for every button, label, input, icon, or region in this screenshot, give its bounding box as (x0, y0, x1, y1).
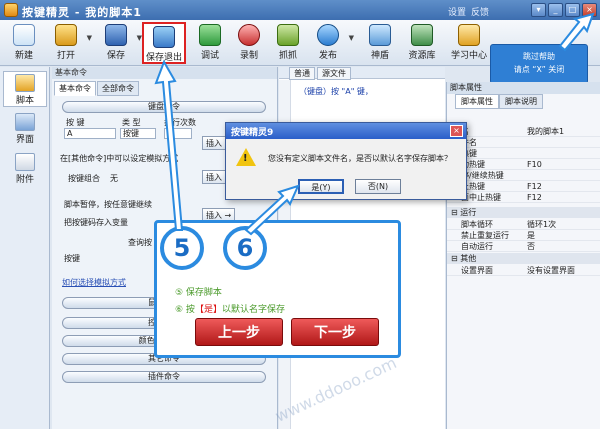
shield-icon (369, 24, 391, 46)
step-6-text: ⑥ 按【是】以默认名字保存 (175, 305, 285, 315)
property-row[interactable]: 禁止重复运行是 (447, 230, 600, 241)
step-5-text: ⑤ 保存脚本 (175, 288, 222, 298)
close-button[interactable]: × (582, 3, 597, 17)
settings-link[interactable]: 设置 (448, 5, 466, 18)
yes-button[interactable]: 是(Y) (298, 179, 344, 194)
chevron-down-icon[interactable]: ▼ (349, 34, 354, 42)
property-row[interactable]: 面中止热键 F12 (447, 192, 600, 203)
skin-button[interactable]: ▾ (531, 3, 546, 17)
dialog-title: 按键精灵9 (226, 123, 466, 139)
query-label: 查询按 (128, 238, 152, 247)
feedback-link[interactable]: 反馈 (471, 5, 489, 18)
property-row[interactable]: 自动运行否 (447, 241, 600, 252)
property-category-run[interactable]: ⊟ 运行 (447, 207, 600, 218)
store-key-text: 把按键码存入变量 (64, 218, 128, 227)
property-row[interactable]: 脚本循环 循环1次 (447, 219, 600, 230)
save-exit-icon (153, 26, 175, 48)
new-file-icon (13, 24, 35, 46)
tab-script-description[interactable]: 脚本说明 (499, 94, 543, 109)
app-logo-icon (4, 3, 18, 17)
maximize-button[interactable]: □ (565, 3, 580, 17)
debug-icon (199, 24, 221, 46)
properties-panel: 脚本属性 脚本属性脚本说明 名我的脚本1 件名 热键 动热键F10 停/继续热键… (446, 82, 600, 429)
new-button[interactable]: 新建 (4, 22, 44, 64)
code-line[interactable]: （键盘）按 "A" 键， (299, 86, 373, 97)
resource-icon (411, 24, 433, 46)
type-select[interactable]: 按键 (120, 128, 156, 139)
key-column-label: 按 键 (66, 118, 85, 127)
publish-icon (317, 24, 339, 46)
left-nav: 脚本 界面 附件 (0, 67, 50, 429)
ui-icon (15, 113, 35, 131)
type-column-label: 类 型 (122, 118, 141, 127)
window-title: 按键精灵 - 我的脚本1 (22, 6, 142, 19)
key-label: 按键 (64, 254, 80, 263)
save-confirm-dialog: 按键精灵9 × ! 您没有定义脚本文件名，是否以默认名字保存脚本？ 是(Y) 否… (225, 122, 467, 200)
learn-center-button[interactable]: 学习中心 (446, 22, 492, 64)
tab-script-properties[interactable]: 脚本属性 (455, 94, 499, 109)
panel-tabs: 基本命令 全部命令 (54, 81, 140, 96)
keyboard-command-group[interactable]: 键盘命令 (62, 101, 266, 113)
nav-item-ui[interactable]: 界面 (3, 111, 47, 147)
step-6-badge: 6 (223, 226, 267, 270)
no-button[interactable]: 否(N) (355, 179, 401, 194)
save-icon (105, 24, 127, 46)
save-exit-button[interactable]: 保存退出 (142, 22, 186, 64)
editor-toolbar: 普通 源文件 (279, 67, 445, 80)
open-button[interactable]: 打开 ▼ (46, 22, 92, 64)
chevron-down-icon[interactable]: ▼ (87, 34, 92, 42)
plugin-command-group[interactable]: 插件命令 (62, 371, 266, 383)
property-category-other[interactable]: ⊟ 其他 (447, 253, 600, 264)
count-input[interactable]: 1 (164, 128, 192, 139)
property-row[interactable]: 止热键 F12 (447, 181, 600, 192)
property-row[interactable]: 热键 (447, 148, 600, 159)
grab-icon (277, 24, 299, 46)
property-row[interactable]: 件名 (447, 137, 600, 148)
simulate-hint: 在[其他命令]中可以设定模拟方式 (60, 154, 179, 163)
count-column-label: 执行次数 (164, 118, 196, 127)
pause-text: 脚本暂停，按任意键继续 (64, 200, 152, 209)
dialog-message: 您没有定义脚本文件名，是否以默认名字保存脚本？ (268, 154, 452, 163)
warning-mark: ! (243, 153, 248, 164)
property-row[interactable]: 动热键 F10 (447, 159, 600, 170)
open-folder-icon (55, 24, 77, 46)
tab-normal-view[interactable]: 普通 (289, 67, 315, 80)
attachment-icon (15, 153, 35, 171)
property-row[interactable]: 设置界面 没有设置界面 (447, 265, 600, 276)
record-icon (238, 24, 260, 46)
dialog-close-icon[interactable]: × (450, 125, 463, 137)
key-input[interactable]: A (64, 128, 116, 139)
resource-button[interactable]: 资源库 (402, 22, 442, 64)
help-tip: 跳过帮助 请点 “X” 关闭 (490, 44, 588, 84)
insert-key-button[interactable]: 插入 (202, 136, 226, 150)
prev-step-button[interactable]: 上一步 (195, 318, 283, 346)
property-row[interactable]: 名我的脚本1 (447, 126, 600, 137)
script-icon (15, 74, 35, 92)
combo-label: 按键组合 (68, 174, 100, 183)
next-step-button[interactable]: 下一步 (291, 318, 379, 346)
minimize-button[interactable]: _ (548, 3, 563, 17)
combo-value[interactable]: 无 (110, 173, 118, 184)
tab-basic-commands[interactable]: 基本命令 (54, 81, 96, 96)
shield-button[interactable]: 神盾 (360, 22, 400, 64)
tab-all-commands[interactable]: 全部命令 (97, 81, 139, 96)
nav-item-attachment[interactable]: 附件 (3, 151, 47, 187)
publish-button[interactable]: 发布 ▼ (308, 22, 354, 64)
tab-source-view[interactable]: 源文件 (317, 67, 351, 80)
simulate-mode-link[interactable]: 如何选择模拟方式 (62, 277, 126, 288)
learn-icon (458, 24, 480, 46)
record-button[interactable]: 录制 (229, 22, 269, 64)
insert-combo-button[interactable]: 插入 (202, 170, 226, 184)
properties-title: 脚本属性 (447, 82, 600, 94)
save-button[interactable]: 保存 ▼ (96, 22, 142, 64)
panel-header: 基本命令 (52, 67, 277, 79)
step-5-badge: 5 (160, 226, 204, 270)
title-bar: 按键精灵 - 我的脚本1 设置 反馈 ▾ _ □ × (0, 0, 600, 20)
nav-item-script[interactable]: 脚本 (3, 71, 47, 107)
property-row[interactable]: 停/继续热键 (447, 170, 600, 181)
grab-button[interactable]: 抓抓 (268, 22, 308, 64)
debug-button[interactable]: 调试 (190, 22, 230, 64)
